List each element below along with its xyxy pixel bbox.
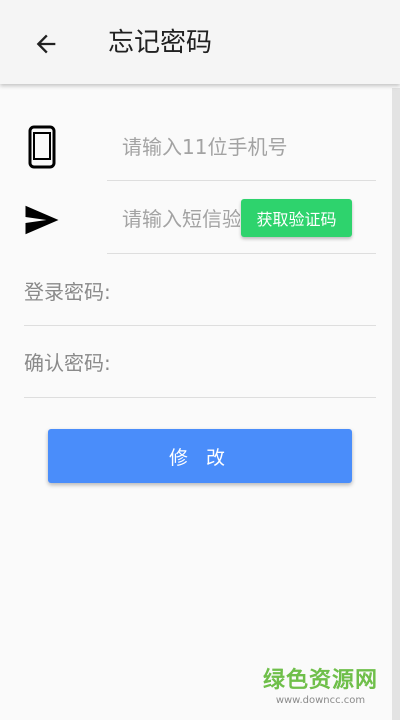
scrollbar[interactable] [392,88,400,720]
login-password-label: 登录密码: [24,280,111,304]
submit-button[interactable]: 修 改 [48,429,352,483]
confirm-password-label: 确认密码: [24,351,111,375]
back-button[interactable] [24,22,68,66]
watermark-url: www.downcc.com [275,695,366,706]
arrow-left-icon [36,34,56,54]
smartphone-icon [24,124,60,170]
login-password-divider [24,325,376,326]
confirm-password-input[interactable] [130,349,370,379]
form-container: 获取验证码 登录密码: 确认密码: 修 改 绿色资源网 www.downcc.c… [0,84,400,720]
sms-divider [107,253,376,254]
login-password-input[interactable] [130,278,370,308]
send-icon [22,202,62,238]
phone-divider [107,180,376,181]
phone-input[interactable] [122,132,372,162]
sms-code-input[interactable] [122,204,240,234]
app-bar: 忘记密码 [0,0,400,84]
get-code-button[interactable]: 获取验证码 [241,199,352,237]
watermark: 绿色资源网 www.downcc.com [263,668,378,708]
page-title: 忘记密码 [108,28,213,58]
confirm-password-divider [24,397,376,398]
watermark-title: 绿色资源网 [262,668,378,693]
